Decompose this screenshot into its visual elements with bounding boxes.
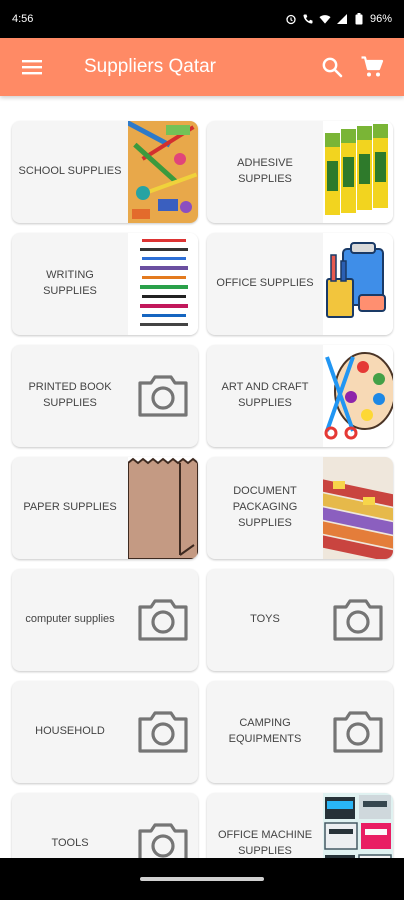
paper-bag-image [128, 457, 198, 559]
wifi-icon [319, 13, 331, 25]
category-label: HOUSEHOLD [35, 725, 105, 738]
category-card-writing-supplies[interactable]: WRITING SUPPLIES [12, 233, 198, 335]
camera-placeholder-icon [128, 681, 198, 783]
cart-button[interactable] [352, 47, 392, 87]
category-label: TOOLS [51, 837, 89, 850]
glue-sticks-image [323, 121, 393, 223]
app-bar: Suppliers Qatar [0, 38, 404, 96]
menu-button[interactable] [12, 47, 52, 87]
pens-image [128, 233, 198, 335]
category-grid: SCHOOL SUPPLIES ADHESIVE SUPPLIES WRITIN… [12, 121, 393, 858]
category-label: computer supplies [25, 613, 115, 626]
art-palette-image [323, 345, 393, 447]
category-label: WRITING SUPPLIES [43, 269, 97, 297]
category-label: ADHESIVE SUPPLIES [237, 157, 293, 185]
category-card-office-machine-supplies[interactable]: OFFICE MACHINE SUPPLIES [207, 793, 393, 858]
category-label: ART AND CRAFT SUPPLIES [221, 381, 309, 409]
call-icon [302, 13, 314, 25]
search-button[interactable] [312, 47, 352, 87]
category-card-paper-supplies[interactable]: PAPER SUPPLIES [12, 457, 198, 559]
battery-percent: 96% [369, 13, 392, 25]
category-label: TOYS [250, 613, 280, 626]
cart-icon [361, 56, 384, 77]
camera-placeholder-icon [128, 345, 198, 447]
home-gesture-handle[interactable] [140, 877, 264, 881]
alarm-icon [285, 13, 297, 25]
category-list[interactable]: SCHOOL SUPPLIES ADHESIVE SUPPLIES WRITIN… [0, 96, 404, 858]
category-card-document-packaging-supplies[interactable]: DOCUMENT PACKAGING SUPPLIES [207, 457, 393, 559]
status-time: 4:56 [12, 13, 34, 25]
battery-icon [353, 13, 365, 25]
camera-placeholder-icon [128, 793, 198, 858]
category-card-camping-equipments[interactable]: CAMPING EQUIPMENTS [207, 681, 393, 783]
category-card-adhesive-supplies[interactable]: ADHESIVE SUPPLIES [207, 121, 393, 223]
category-label: OFFICE SUPPLIES [216, 277, 314, 290]
camera-placeholder-icon [323, 569, 393, 671]
category-label: PRINTED BOOK SUPPLIES [28, 381, 112, 409]
category-label: SCHOOL SUPPLIES [18, 165, 122, 178]
camera-placeholder-icon [128, 569, 198, 671]
category-card-art-and-craft-supplies[interactable]: ART AND CRAFT SUPPLIES [207, 345, 393, 447]
page-title: Suppliers Qatar [84, 56, 217, 77]
camera-placeholder-icon [323, 681, 393, 783]
search-icon [322, 57, 343, 78]
category-card-printed-book-supplies[interactable]: PRINTED BOOK SUPPLIES [12, 345, 198, 447]
status-icons: 96% [285, 13, 392, 25]
category-card-computer-supplies[interactable]: computer supplies [12, 569, 198, 671]
system-nav-bar [0, 858, 404, 900]
school-supplies-image [128, 121, 198, 223]
category-label: OFFICE MACHINE SUPPLIES [217, 829, 313, 857]
category-label: PAPER SUPPLIES [23, 501, 117, 514]
category-label: CAMPING EQUIPMENTS [228, 717, 302, 745]
cellular-signal-icon [336, 13, 348, 25]
category-label: DOCUMENT PACKAGING SUPPLIES [232, 485, 298, 529]
category-card-toys[interactable]: TOYS [207, 569, 393, 671]
menu-icon [22, 60, 42, 75]
office-supplies-image [323, 233, 393, 335]
status-bar: 4:56 96% [0, 0, 404, 38]
category-card-household[interactable]: HOUSEHOLD [12, 681, 198, 783]
category-card-tools[interactable]: TOOLS [12, 793, 198, 858]
category-card-office-supplies[interactable]: OFFICE SUPPLIES [207, 233, 393, 335]
office-machines-image [323, 793, 393, 858]
document-files-image [323, 457, 393, 559]
category-card-school-supplies[interactable]: SCHOOL SUPPLIES [12, 121, 198, 223]
